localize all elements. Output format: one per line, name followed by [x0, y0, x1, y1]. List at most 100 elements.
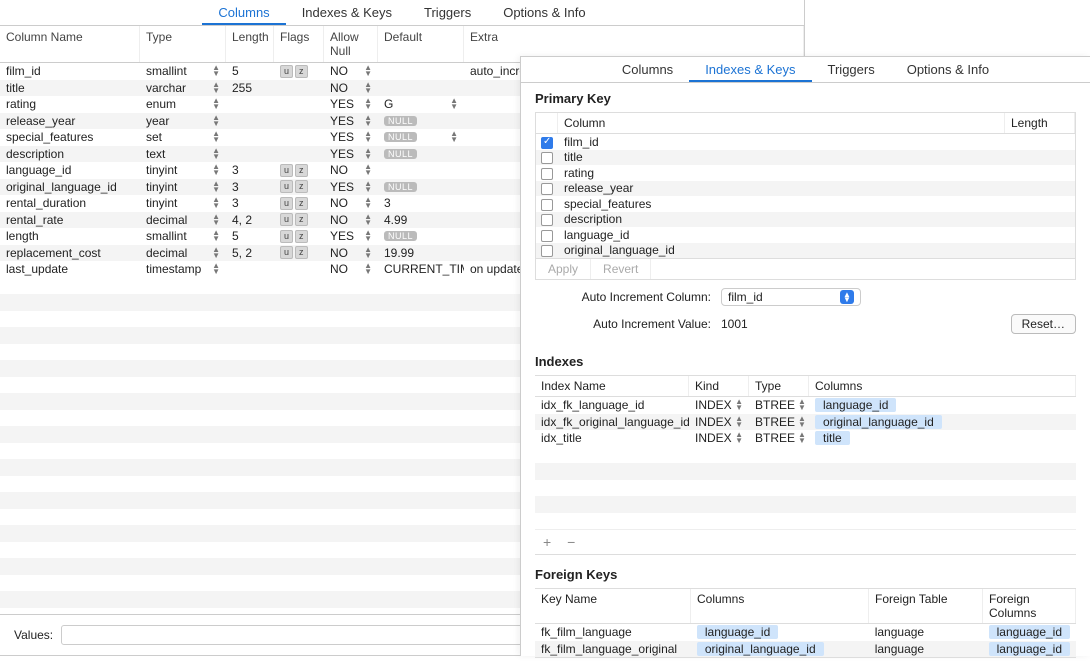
column-allownull[interactable]: YES: [324, 147, 378, 161]
checkbox[interactable]: [541, 230, 553, 242]
column-type[interactable]: timestamp: [140, 262, 226, 276]
column-default[interactable]: 4.99: [378, 213, 464, 227]
reset-button[interactable]: Reset…: [1011, 314, 1076, 334]
index-type[interactable]: BTREE: [749, 415, 809, 429]
index-kind[interactable]: INDEX: [689, 398, 749, 412]
index-columns[interactable]: original_language_id: [809, 415, 1076, 429]
pk-row[interactable]: language_id: [536, 227, 1075, 243]
tab-indexes-keys[interactable]: Indexes & Keys: [286, 0, 408, 25]
fk-header-ft[interactable]: Foreign Table: [869, 589, 983, 623]
column-allownull[interactable]: YES: [324, 229, 378, 243]
column-allownull[interactable]: YES: [324, 97, 378, 111]
pk-header-length[interactable]: Length: [1005, 113, 1075, 133]
column-default[interactable]: NULL: [378, 182, 464, 192]
autoinc-col-select[interactable]: film_id: [721, 288, 861, 306]
checkbox[interactable]: [541, 183, 553, 195]
index-row[interactable]: idx_fk_language_idINDEXBTREElanguage_id: [535, 397, 1076, 414]
column-type[interactable]: tinyint: [140, 180, 226, 194]
idx-header-kind[interactable]: Kind: [689, 376, 749, 396]
column-type[interactable]: decimal: [140, 246, 226, 260]
pk-row[interactable]: special_features: [536, 196, 1075, 212]
index-columns[interactable]: language_id: [809, 398, 1076, 412]
column-allownull[interactable]: NO: [324, 262, 378, 276]
column-default[interactable]: CURRENT_TIMESTAMP: [378, 262, 464, 276]
col-header-allownull[interactable]: Allow Null: [324, 26, 378, 62]
column-length[interactable]: 3: [226, 180, 274, 194]
index-type[interactable]: BTREE: [749, 398, 809, 412]
indexes-add-remove[interactable]: + −: [535, 529, 1076, 554]
revert-button[interactable]: Revert: [591, 259, 651, 279]
index-row[interactable]: idx_titleINDEXBTREEtitle: [535, 430, 1076, 447]
column-allownull[interactable]: YES: [324, 180, 378, 194]
index-kind[interactable]: INDEX: [689, 431, 749, 445]
fk-foreign-columns[interactable]: language_id: [983, 625, 1076, 639]
fk-header-fc[interactable]: Foreign Columns: [983, 589, 1076, 623]
checkbox[interactable]: [541, 137, 553, 149]
fk-row[interactable]: fk_film_languagelanguage_idlanguagelangu…: [535, 624, 1076, 641]
tab-triggers[interactable]: Triggers: [812, 57, 891, 82]
fk-columns[interactable]: original_language_id: [691, 642, 869, 656]
column-default[interactable]: NULL: [378, 131, 464, 143]
column-default[interactable]: NULL: [378, 116, 464, 126]
tab-columns[interactable]: Columns: [202, 0, 285, 25]
fk-foreign-columns[interactable]: language_id: [983, 642, 1076, 656]
column-allownull[interactable]: YES: [324, 130, 378, 144]
column-default[interactable]: 19.99: [378, 246, 464, 260]
col-header-length[interactable]: Length: [226, 26, 274, 62]
pk-row[interactable]: film_id: [536, 134, 1075, 150]
column-allownull[interactable]: YES: [324, 114, 378, 128]
index-type[interactable]: BTREE: [749, 431, 809, 445]
column-type[interactable]: year: [140, 114, 226, 128]
column-flags[interactable]: uz: [274, 65, 324, 78]
pk-header-column[interactable]: Column: [558, 113, 1005, 133]
column-flags[interactable]: uz: [274, 164, 324, 177]
checkbox[interactable]: [541, 245, 553, 257]
col-header-default[interactable]: Default: [378, 26, 464, 62]
column-flags[interactable]: uz: [274, 180, 324, 193]
col-header-flags[interactable]: Flags: [274, 26, 324, 62]
column-length[interactable]: 5, 2: [226, 246, 274, 260]
column-type[interactable]: set: [140, 130, 226, 144]
column-flags[interactable]: uz: [274, 230, 324, 243]
column-type[interactable]: varchar: [140, 81, 226, 95]
column-type[interactable]: enum: [140, 97, 226, 111]
tab-indexes-keys[interactable]: Indexes & Keys: [689, 57, 811, 82]
apply-button[interactable]: Apply: [536, 259, 591, 279]
index-kind[interactable]: INDEX: [689, 415, 749, 429]
pk-row[interactable]: title: [536, 150, 1075, 166]
pk-row[interactable]: description: [536, 212, 1075, 228]
col-header-name[interactable]: Column Name: [0, 26, 140, 62]
tab-options-info[interactable]: Options & Info: [891, 57, 1005, 82]
column-length[interactable]: 3: [226, 163, 274, 177]
column-length[interactable]: 5: [226, 64, 274, 78]
column-type[interactable]: smallint: [140, 229, 226, 243]
idx-header-cols[interactable]: Columns: [809, 376, 1076, 396]
column-allownull[interactable]: NO: [324, 81, 378, 95]
pk-row[interactable]: original_language_id: [536, 243, 1075, 259]
tab-options-info[interactable]: Options & Info: [487, 0, 601, 25]
column-type[interactable]: tinyint: [140, 196, 226, 210]
column-length[interactable]: 5: [226, 229, 274, 243]
column-allownull[interactable]: NO: [324, 64, 378, 78]
column-type[interactable]: decimal: [140, 213, 226, 227]
column-allownull[interactable]: NO: [324, 246, 378, 260]
column-length[interactable]: 255: [226, 81, 274, 95]
column-type[interactable]: smallint: [140, 64, 226, 78]
index-row[interactable]: idx_fk_original_language_idINDEXBTREEori…: [535, 414, 1076, 431]
checkbox[interactable]: [541, 199, 553, 211]
column-type[interactable]: tinyint: [140, 163, 226, 177]
pk-row[interactable]: release_year: [536, 181, 1075, 197]
fk-header-name[interactable]: Key Name: [535, 589, 691, 623]
column-allownull[interactable]: NO: [324, 213, 378, 227]
idx-header-type[interactable]: Type: [749, 376, 809, 396]
column-default[interactable]: NULL: [378, 149, 464, 159]
index-columns[interactable]: title: [809, 431, 1076, 445]
col-header-type[interactable]: Type: [140, 26, 226, 62]
column-length[interactable]: 3: [226, 196, 274, 210]
column-flags[interactable]: uz: [274, 213, 324, 226]
fk-header-cols[interactable]: Columns: [691, 589, 869, 623]
tab-columns[interactable]: Columns: [606, 57, 689, 82]
column-allownull[interactable]: NO: [324, 196, 378, 210]
column-default[interactable]: G: [378, 97, 464, 111]
column-flags[interactable]: uz: [274, 197, 324, 210]
